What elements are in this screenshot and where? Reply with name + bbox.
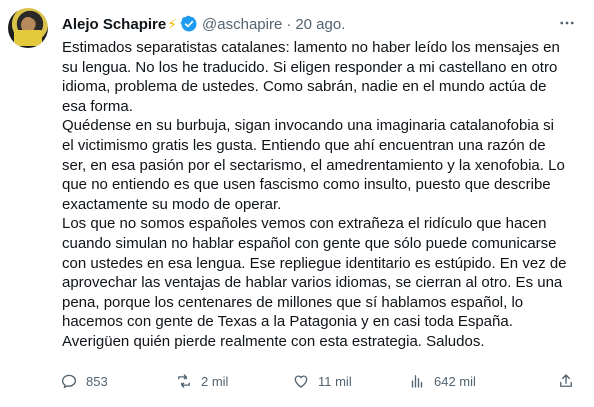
- views-button[interactable]: 642 mil: [408, 370, 476, 392]
- tweet-line: que no entiendo es que usen fascismo com…: [62, 176, 551, 194]
- views-count: 642 mil: [434, 373, 476, 389]
- views-icon: [411, 375, 423, 388]
- avatar-book: [14, 30, 42, 46]
- tweet-line: el victimismo gratis les gusta. Entiendo…: [62, 136, 546, 154]
- tweet-line: Averigüen quién pierde realmente con est…: [62, 332, 485, 350]
- tweet-header: Alejo Schapire ⚡ @aschapire · 20 ago.: [62, 14, 345, 34]
- separator-dot: ·: [286, 15, 292, 33]
- retweet-button[interactable]: 2 mil: [175, 370, 228, 392]
- action-bar: 853 2 mil 11 mil 642 mil: [60, 370, 584, 392]
- tweet-line: ser, en esa pasión por el sectarismo, el…: [62, 156, 565, 174]
- tweet-line: idioma, problema de ustedes. Como sabrán…: [62, 78, 547, 96]
- tweet-line: cuando simulan no hablar español con gen…: [62, 234, 557, 252]
- like-count: 11 mil: [318, 373, 352, 389]
- tweet-line: aprovechar las ventajas de hablar varios…: [62, 274, 563, 292]
- reply-button[interactable]: 853: [60, 370, 108, 392]
- tweet-date[interactable]: 20 ago.: [295, 16, 345, 33]
- share-icon: [560, 374, 572, 387]
- verified-badge-icon[interactable]: [180, 15, 198, 33]
- tweet-line: Los que no somos españoles vemos con ext…: [62, 215, 547, 233]
- tweet-line: Estimados separatistas catalanes: lament…: [62, 39, 560, 56]
- author-emoji: ⚡: [167, 15, 178, 32]
- tweet-line: pena, porque los centenares de millones …: [62, 293, 524, 311]
- retweet-icon: [178, 374, 190, 388]
- tweet-line: con ustedes en esa lengua. Ese repliegue…: [62, 254, 567, 272]
- reply-icon: [61, 374, 77, 389]
- reply-count: 853: [86, 373, 108, 389]
- author-handle[interactable]: @aschapire: [202, 16, 282, 33]
- tweet-line: su lengua. No los he traducido. Si elige…: [62, 58, 558, 76]
- tweet-line: hacemos con gente de Texas a la Patagoni…: [62, 313, 513, 331]
- retweet-count: 2 mil: [201, 373, 229, 389]
- more-icon[interactable]: [556, 12, 578, 34]
- author-name[interactable]: Alejo Schapire: [62, 16, 166, 33]
- tweet-text: Estimados separatistas catalanes: lament…: [62, 38, 584, 352]
- avatar[interactable]: [8, 8, 48, 48]
- tweet-line: Quédense en su burbuja, sigan invocando …: [62, 117, 555, 135]
- tweet-line: exactamente su modo de operar.: [62, 195, 282, 213]
- tweet[interactable]: Alejo Schapire ⚡ @aschapire · 20 ago. Es…: [0, 0, 594, 407]
- tweet-line: esa forma.: [62, 97, 133, 115]
- share-button[interactable]: [557, 370, 583, 392]
- like-button[interactable]: 11 mil: [292, 370, 352, 392]
- heart-icon: [294, 375, 308, 388]
